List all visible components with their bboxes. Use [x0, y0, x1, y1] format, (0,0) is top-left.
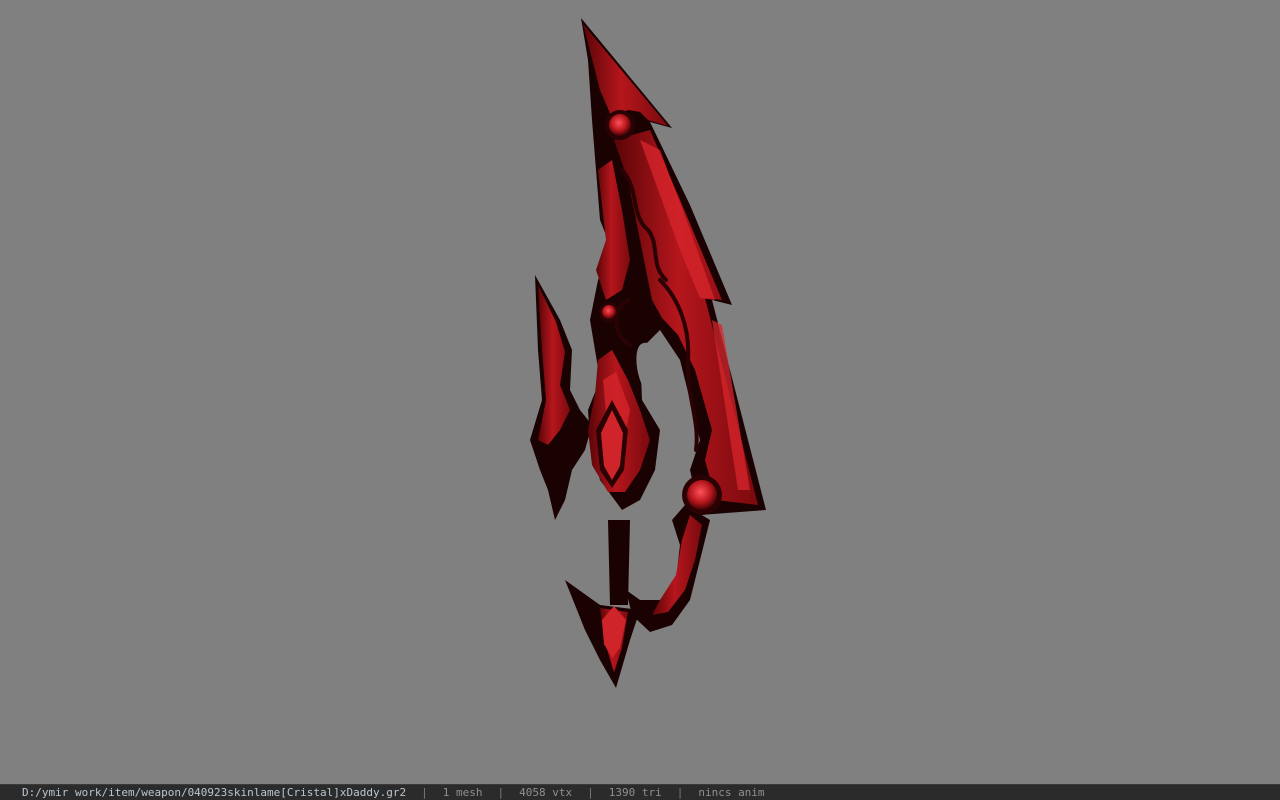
mesh-count: 1 mesh — [442, 786, 483, 799]
animation-status: nincs anim — [698, 786, 765, 799]
gem-mid — [599, 302, 619, 322]
vertex-count: 4058 vtx — [519, 786, 573, 799]
gem-top — [605, 110, 635, 140]
status-bar: D:/ymir work/item/weapon/040923skinlame[… — [0, 784, 1280, 800]
separator: | — [421, 786, 428, 799]
weapon-model-render — [530, 18, 766, 688]
gem-side — [682, 475, 722, 515]
triangle-count: 1390 tri — [608, 786, 662, 799]
separator: | — [676, 786, 684, 799]
model-viewport[interactable] — [0, 0, 1280, 784]
separator: | — [497, 786, 505, 799]
file-path: D:/ymir work/item/weapon/040923skinlame[… — [22, 786, 407, 799]
separator: | — [587, 786, 594, 799]
